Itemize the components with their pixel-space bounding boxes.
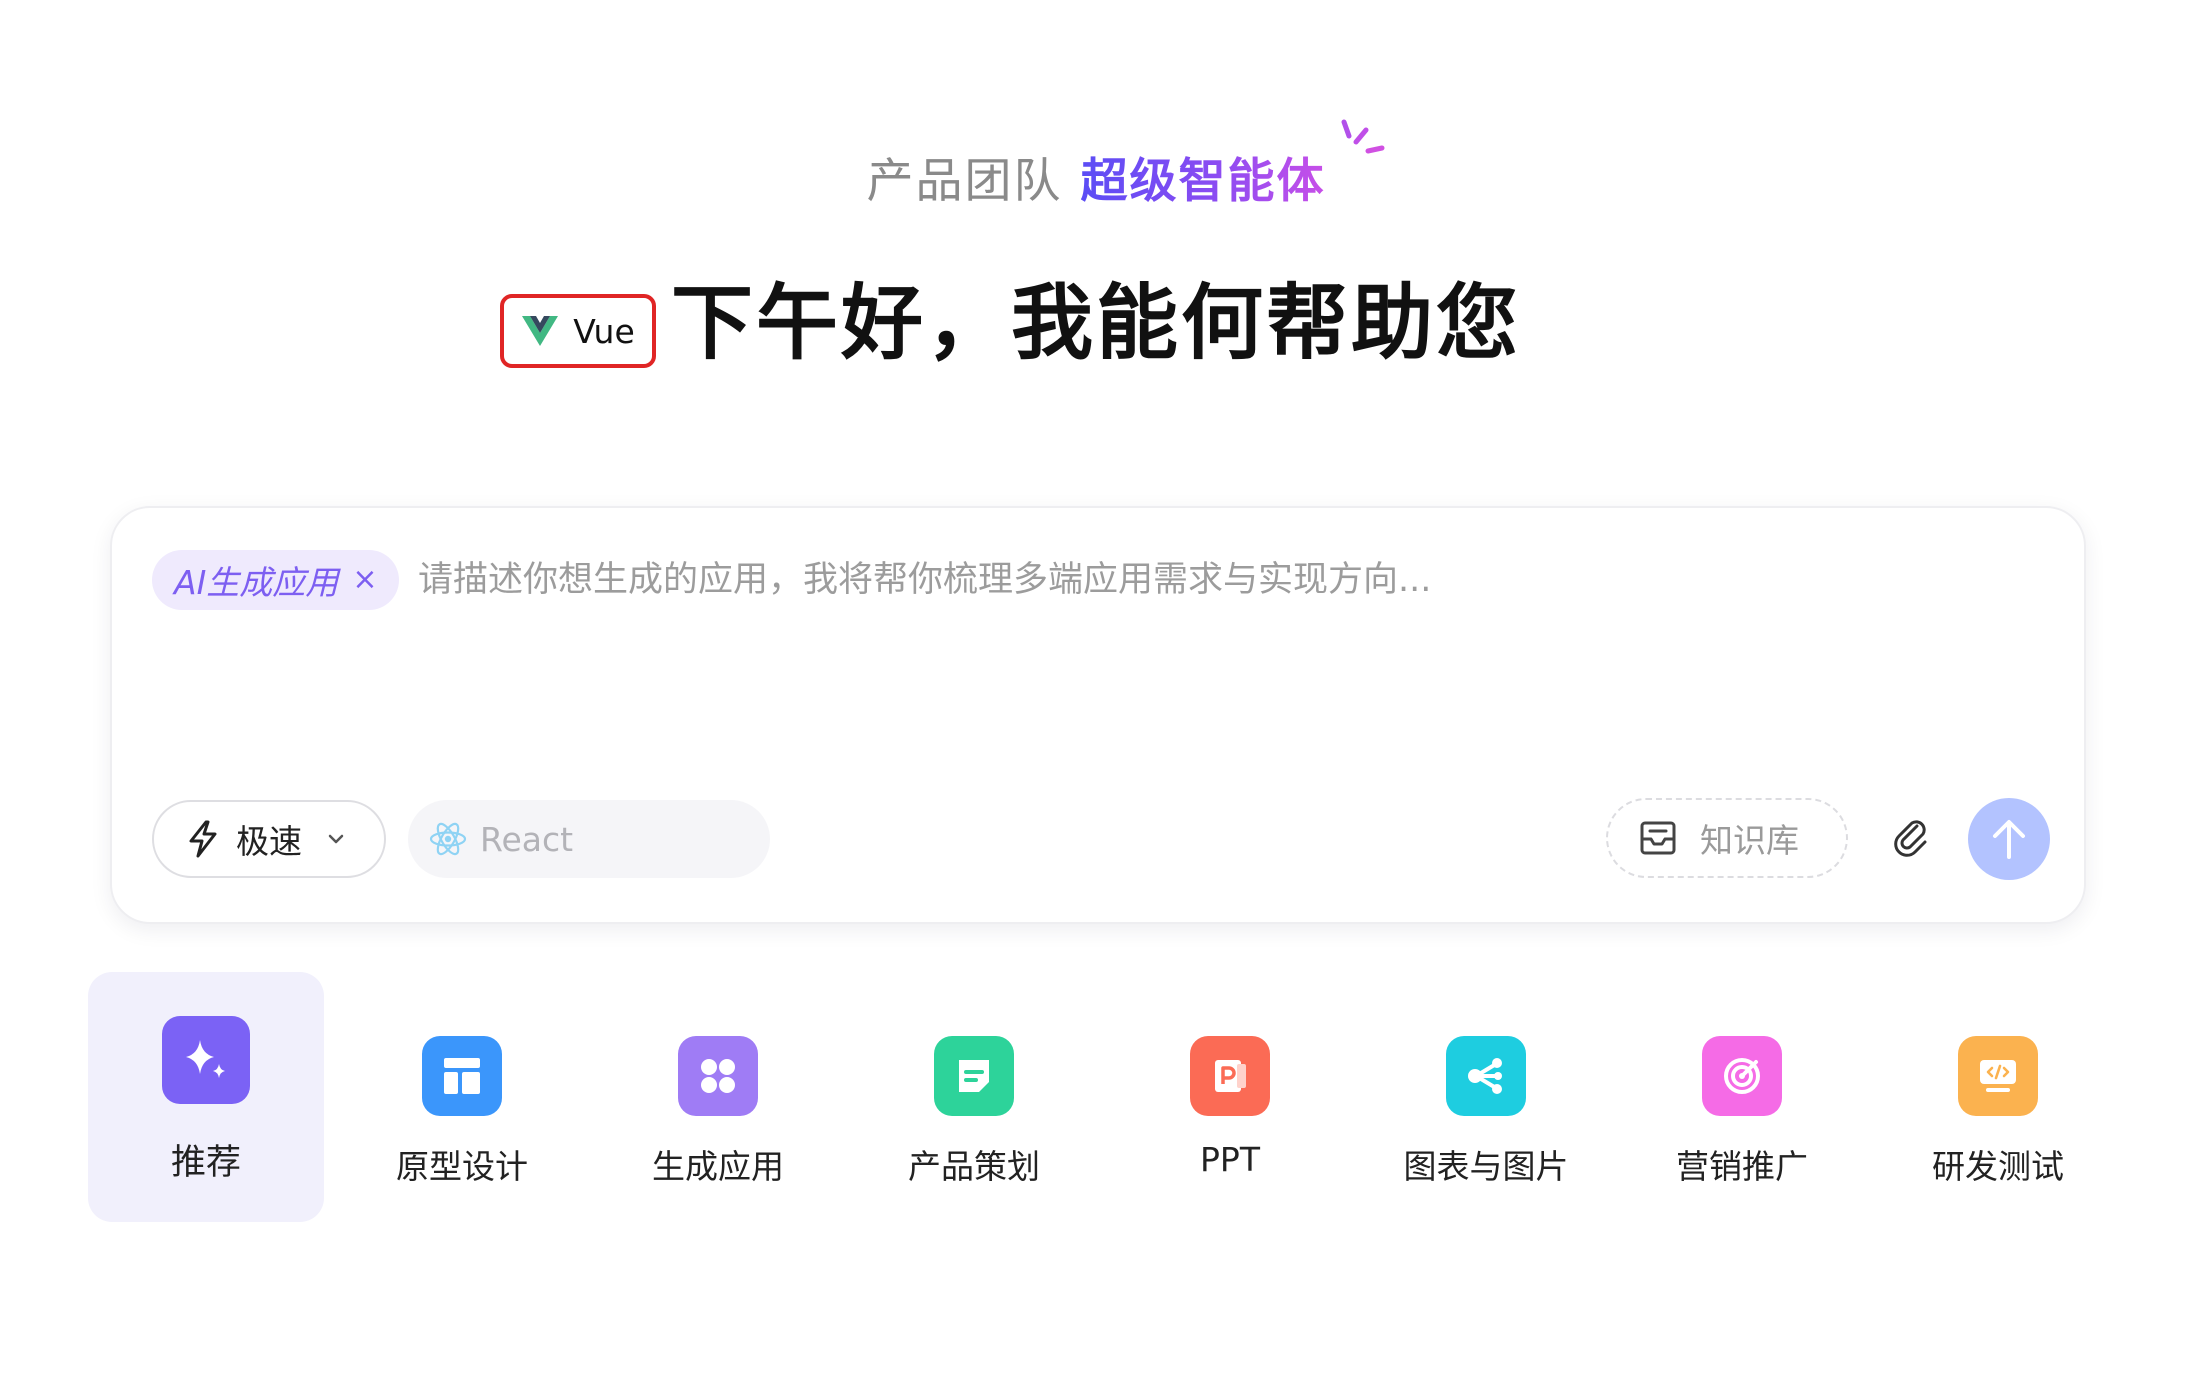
code-screen-icon [1980, 1060, 2016, 1092]
category-tile [1190, 1036, 1270, 1116]
send-button[interactable] [1968, 798, 2050, 880]
chip-close-icon[interactable]: × [352, 565, 377, 595]
category-strip: 推荐 原型设计 生成应用 产品策划 PPT 图表与图片 营销推广 研发测试 [88, 972, 2128, 1222]
category-tile [422, 1036, 502, 1116]
category-charts-images[interactable]: 图表与图片 [1368, 972, 1604, 1222]
speed-mode-select[interactable]: 极速 [152, 800, 386, 878]
chevron-down-icon [328, 834, 344, 844]
category-label: 生成应用 [652, 1147, 784, 1186]
react-label: React [480, 819, 574, 859]
lightning-icon [189, 820, 217, 858]
category-tile [1958, 1036, 2038, 1116]
category-label: 推荐 [170, 1143, 241, 1183]
category-tile [1702, 1036, 1782, 1116]
prompt-input[interactable] [418, 550, 2038, 610]
framework-toggle: React [408, 800, 770, 878]
paperclip-icon [1894, 820, 1927, 857]
super-agent-label: 超级智能体 [1080, 154, 1326, 209]
category-label: 原型设计 [396, 1147, 528, 1186]
category-marketing[interactable]: 营销推广 [1624, 972, 1860, 1222]
page: 产品团队超级智能体 下午好，我能何帮助您 AI生成应用 × 极速 [0, 0, 2192, 1400]
react-icon [429, 822, 467, 856]
speed-mode-label: 极速 [236, 822, 302, 861]
knowledge-base-button[interactable]: 知识库 [1606, 798, 1848, 878]
sparkle-decoration-icon [1341, 119, 1385, 154]
category-generate-app[interactable]: 生成应用 [600, 972, 836, 1222]
category-label: 营销推广 [1676, 1147, 1808, 1186]
mode-chip-ai-app: AI生成应用 × [152, 550, 400, 610]
team-label: 产品团队 [866, 154, 1063, 209]
share-nodes-icon [1468, 1058, 1502, 1094]
sparkle-icon [186, 1040, 225, 1078]
apps-grid-icon [701, 1059, 735, 1093]
knowledge-base-label: 知识库 [1700, 821, 1799, 860]
category-product-planning[interactable]: 产品策划 [856, 972, 1092, 1222]
ppt-icon [1215, 1060, 1246, 1092]
category-tile [934, 1036, 1014, 1116]
tagline: 产品团队 超级智能体 [0, 150, 2192, 214]
category-tile [162, 1016, 250, 1104]
category-label: 图表与图片 [1403, 1147, 1569, 1186]
category-recommend[interactable]: 推荐 [88, 972, 324, 1222]
document-icon [959, 1060, 989, 1092]
vue-icon [522, 316, 559, 346]
mode-chip-label: AI生成应用 [174, 563, 339, 602]
category-label: 产品策划 [908, 1147, 1040, 1186]
category-tile [1446, 1036, 1526, 1116]
framework-option-vue[interactable]: Vue [500, 294, 656, 368]
framework-option-react[interactable]: React [428, 800, 573, 878]
category-tile [678, 1036, 758, 1116]
inbox-icon [1640, 821, 1676, 855]
category-label: 研发测试 [1932, 1147, 2064, 1186]
attach-button[interactable] [1888, 814, 1934, 860]
layout-icon [444, 1058, 480, 1094]
category-label: PPT [1200, 1140, 1260, 1179]
greeting-heading: 下午好，我能何帮助您 [670, 276, 1521, 371]
category-prototype[interactable]: 原型设计 [344, 972, 580, 1222]
arrow-up-icon [1993, 820, 2025, 859]
category-dev-test[interactable]: 研发测试 [1880, 972, 2116, 1222]
vue-label: Vue [573, 311, 635, 351]
category-ppt[interactable]: PPT [1112, 972, 1348, 1222]
target-icon [1724, 1058, 1760, 1094]
